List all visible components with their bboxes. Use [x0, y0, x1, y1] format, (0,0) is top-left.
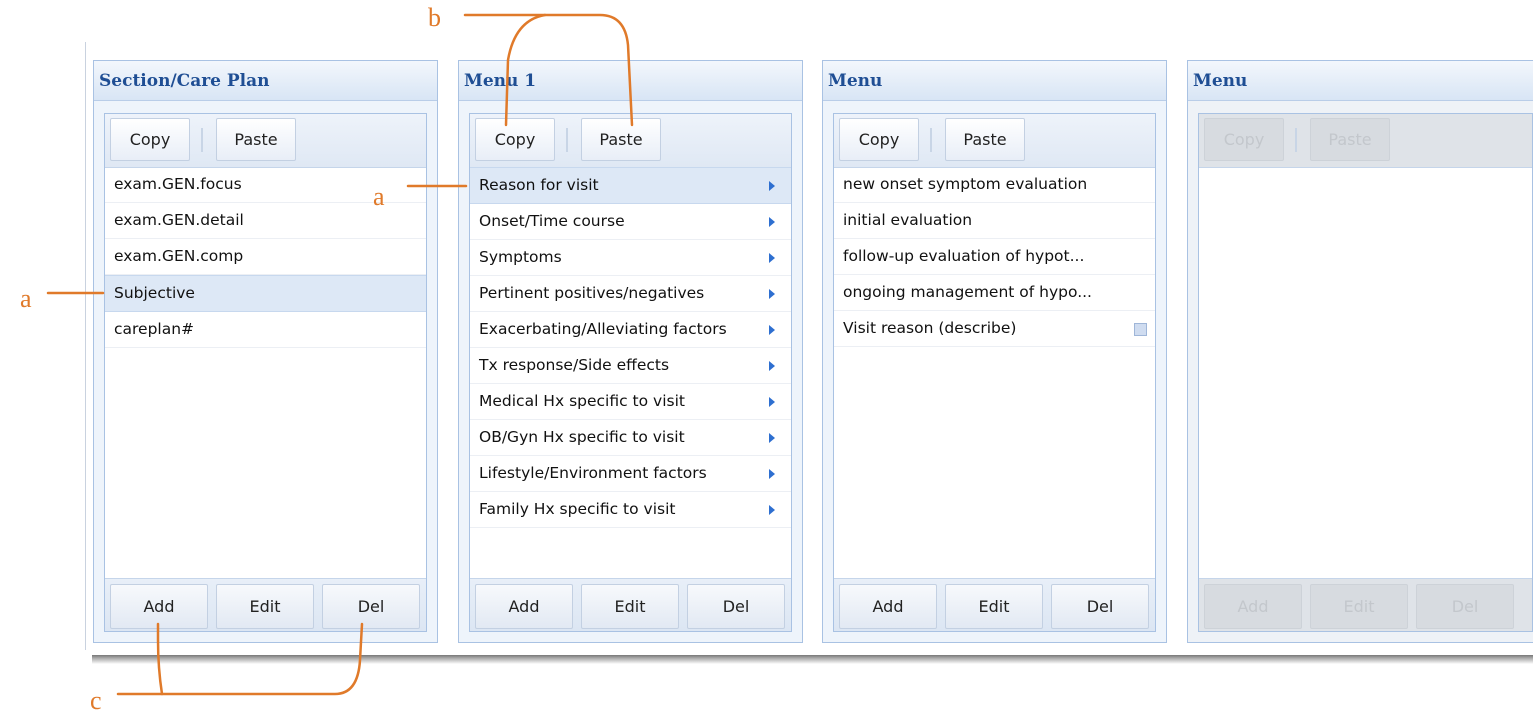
annotation-a-label: a	[20, 284, 32, 313]
callout-b-line	[504, 13, 547, 127]
annotation-a-label: a	[373, 182, 385, 211]
callout-c-line	[156, 622, 164, 696]
annotation-b-label: b	[428, 3, 441, 32]
callout-b-line	[463, 13, 634, 127]
callout-lines	[46, 13, 634, 696]
annotation-c-label: c	[90, 686, 102, 715]
callout-c-line	[116, 622, 364, 696]
